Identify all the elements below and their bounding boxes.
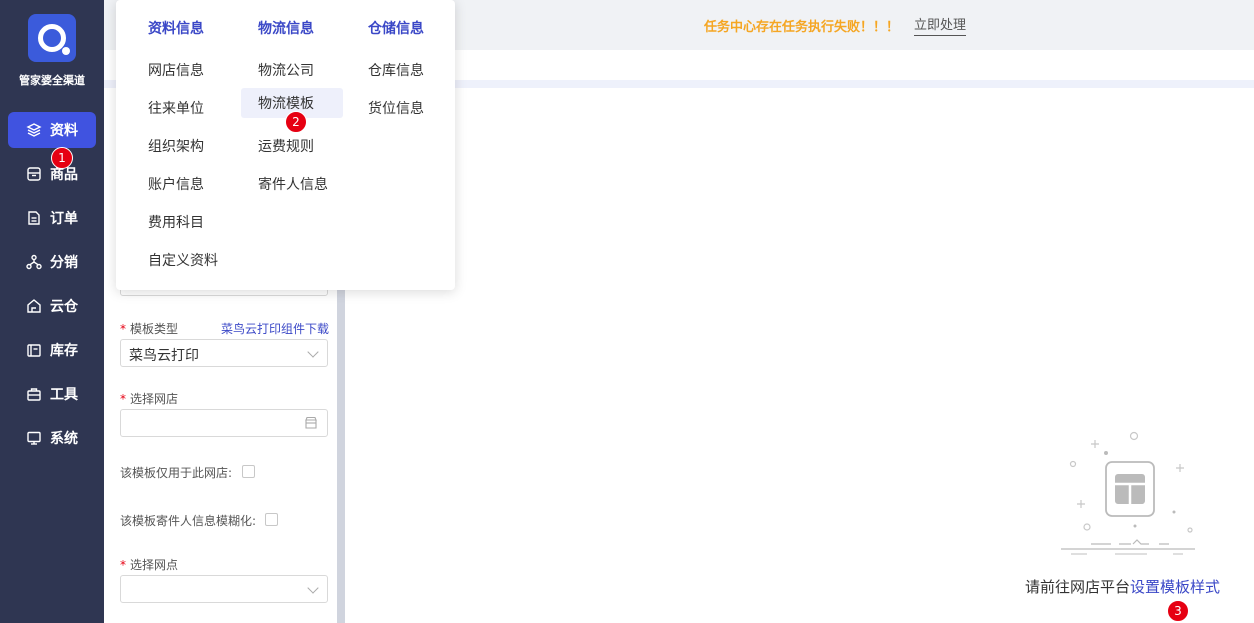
network-icon <box>26 254 42 270</box>
cainiao-download-link[interactable]: 菜鸟云打印组件下载 <box>221 320 329 337</box>
data-mega-menu: 资料信息 物流信息 仓储信息 网店信息 往来单位 组织架构 账户信息 费用科目 … <box>116 0 455 290</box>
shop-select[interactable] <box>120 409 328 437</box>
step-marker: 1 <box>51 147 73 169</box>
menu-item-shop-info[interactable]: 网店信息 <box>131 55 221 85</box>
outlet-select[interactable] <box>120 575 328 603</box>
inventory-icon <box>27 344 41 357</box>
outlet-label: * 选择网点 <box>120 558 179 572</box>
sidebar-item-inventory[interactable]: 库存 <box>8 332 96 368</box>
menu-item-location-info[interactable]: 货位信息 <box>351 93 441 123</box>
cloud-warehouse-icon <box>27 299 41 313</box>
sidebar-item-label: 云仓 <box>50 299 78 315</box>
menu-column-title: 物流信息 <box>258 21 314 37</box>
menu-item-sender-info[interactable]: 寄件人信息 <box>241 169 345 199</box>
menu-item-organization[interactable]: 组织架构 <box>131 131 221 161</box>
menu-item-logistics-company[interactable]: 物流公司 <box>241 55 331 85</box>
menu-item-partners[interactable]: 往来单位 <box>131 93 221 123</box>
chevron-down-icon <box>307 346 319 358</box>
menu-item-custom-data[interactable]: 自定义资料 <box>131 245 235 275</box>
sidebar-item-label: 订单 <box>50 211 78 227</box>
app-logo[interactable] <box>28 14 76 62</box>
sidebar-item-system[interactable]: 系统 <box>8 420 96 456</box>
template-type-label: * 模板类型 <box>120 322 179 336</box>
store-icon <box>305 416 317 429</box>
box-icon <box>27 167 41 181</box>
menu-item-expense-subjects[interactable]: 费用科目 <box>131 207 221 237</box>
sender-blur-label: 该模板寄件人信息模糊化: <box>120 514 257 528</box>
sidebar-item-orders[interactable]: 订单 <box>8 200 96 236</box>
monitor-icon <box>27 431 41 445</box>
step-marker: 3 <box>1167 600 1189 622</box>
toolbox-icon <box>27 388 41 401</box>
sidebar-item-tools[interactable]: 工具 <box>8 376 96 412</box>
sidebar-item-label: 库存 <box>50 343 78 359</box>
shop-label: * 选择网店 <box>120 392 179 406</box>
sidebar-item-label: 分销 <box>50 255 78 271</box>
sidebar: 管家婆全渠道 资料 商品 订单 分销 云仓 库存 工具 系统 <box>0 0 104 623</box>
menu-item-accounts[interactable]: 账户信息 <box>131 169 221 199</box>
menu-item-warehouse-info[interactable]: 仓库信息 <box>351 55 441 85</box>
sender-blur-checkbox[interactable] <box>265 513 278 526</box>
sidebar-item-cloud-warehouse[interactable]: 云仓 <box>8 288 96 324</box>
sidebar-item-label: 资料 <box>50 123 78 139</box>
handle-now-link[interactable]: 立即处理 <box>914 14 967 36</box>
task-alert-text: 任务中心存在任务执行失败！！！ <box>704 20 900 35</box>
template-type-value: 菜鸟云打印 <box>129 348 199 364</box>
menu-column-title: 仓储信息 <box>368 21 424 37</box>
sidebar-item-label: 工具 <box>50 387 78 403</box>
sidebar-item-data[interactable]: 资料 <box>8 112 96 148</box>
brand-name: 管家婆全渠道 <box>19 74 85 87</box>
layers-icon <box>26 123 42 137</box>
chevron-down-icon <box>307 582 319 594</box>
set-template-style-link[interactable]: 设置模板样式 <box>1130 578 1220 596</box>
template-style-hint: 请前往网店平台设置模板样式 <box>1025 578 1221 596</box>
step-marker: 2 <box>285 111 307 133</box>
empty-state-icon <box>1061 431 1195 555</box>
menu-item-freight-rules[interactable]: 运费规则 <box>241 131 331 161</box>
sidebar-item-distribution[interactable]: 分销 <box>8 244 96 280</box>
shop-only-label: 该模板仅用于此网店: <box>120 466 233 480</box>
template-type-select[interactable]: 菜鸟云打印 <box>120 339 328 367</box>
menu-column-title: 资料信息 <box>148 21 204 37</box>
document-icon <box>28 211 40 225</box>
shop-only-checkbox[interactable] <box>242 465 255 478</box>
sidebar-item-label: 系统 <box>50 431 78 447</box>
